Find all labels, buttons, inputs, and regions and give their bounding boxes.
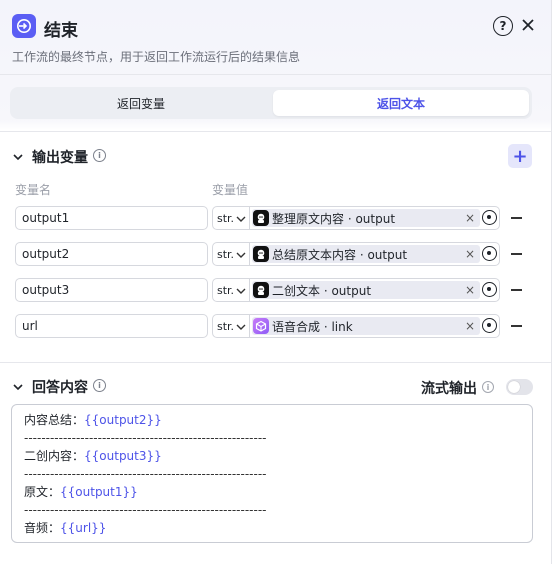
answer-separator: ----------------------------------------… [24, 431, 267, 445]
end-node-panel: 结束 ? 工作流的最终节点，用于返回工作流运行后的结果信息 返回变量 返回文本 … [0, 0, 552, 564]
variable-name-input[interactable] [15, 206, 208, 230]
chevron-down-icon [236, 252, 246, 258]
panel-description: 工作流的最终节点，用于返回工作流运行后的结果信息 [12, 50, 301, 64]
variable-reference-field[interactable]: 整理原文内容 · output × [250, 206, 500, 230]
stream-output-label: 流式输出 [421, 381, 477, 397]
answer-line: ----------------------------------------… [24, 501, 520, 519]
answer-section-title: 回答内容 [32, 380, 88, 396]
target-icon[interactable] [482, 210, 497, 225]
remove-variable-button[interactable] [511, 325, 522, 327]
panel-header: 结束 ? [12, 14, 539, 41]
clear-icon[interactable]: × [465, 211, 475, 225]
answer-separator: ----------------------------------------… [24, 503, 267, 517]
reference-tag[interactable]: 整理原文内容 · output × [252, 209, 480, 227]
type-label: str. [217, 319, 235, 333]
variable-reference-field[interactable]: 总结原文本内容 · output × [250, 242, 500, 266]
reference-label: 二创文本 · output [272, 283, 372, 298]
variable-row: str. 语音合成 · link × [15, 314, 535, 338]
reference-label: 整理原文内容 · output [272, 211, 396, 226]
answer-variable: {{output1}} [60, 485, 138, 499]
type-label: str. [217, 211, 235, 225]
divider [0, 362, 551, 363]
divider [0, 74, 551, 75]
target-icon[interactable] [482, 318, 497, 333]
chevron-down-icon[interactable] [12, 381, 24, 393]
variable-name-input[interactable] [15, 278, 208, 302]
answer-text: 内容总结： [24, 413, 85, 427]
remove-variable-button[interactable] [511, 289, 522, 291]
stream-output-toggle[interactable] [506, 379, 533, 395]
answer-line: ----------------------------------------… [24, 465, 520, 483]
variable-name-input[interactable] [15, 242, 208, 266]
variable-name-input[interactable] [15, 314, 208, 338]
end-node-icon [12, 14, 36, 38]
robot-icon [253, 246, 269, 262]
info-icon[interactable]: i [93, 379, 106, 392]
reference-tag[interactable]: 二创文本 · output × [252, 281, 480, 299]
chevron-down-icon [236, 216, 246, 222]
variable-row: str. 整理原文内容 · output × [15, 206, 535, 230]
answer-variable: {{output3}} [84, 449, 162, 463]
target-icon[interactable] [482, 282, 497, 297]
tab-return-text[interactable]: 返回文本 [273, 90, 529, 116]
answer-text: 原文： [24, 485, 61, 499]
reference-tag[interactable]: 总结原文本内容 · output × [252, 245, 480, 263]
clear-icon[interactable]: × [465, 319, 475, 333]
close-icon[interactable] [517, 14, 539, 36]
variable-row: str. 总结原文本内容 · output × [15, 242, 535, 266]
column-label-value: 变量值 [212, 183, 249, 197]
output-section-title: 输出变量 [32, 150, 88, 166]
reference-label: 总结原文本内容 · output [272, 247, 408, 262]
answer-line: 二创内容：{{output3}} [24, 447, 520, 465]
answer-variable: {{output2}} [84, 413, 162, 427]
answer-line: 音频：{{url}} [24, 519, 520, 537]
answer-line: ----------------------------------------… [24, 429, 520, 447]
clear-icon[interactable]: × [465, 247, 475, 261]
type-select[interactable]: str. [212, 242, 250, 266]
divider [0, 131, 551, 132]
answer-separator: ----------------------------------------… [24, 467, 267, 481]
tab-return-variables[interactable]: 返回变量 [13, 90, 269, 116]
clear-icon[interactable]: × [465, 283, 475, 297]
reference-tag[interactable]: 语音合成 · link × [252, 317, 480, 335]
info-icon[interactable]: i [93, 149, 106, 162]
type-label: str. [217, 283, 235, 297]
type-select[interactable]: str. [212, 314, 250, 338]
type-label: str. [217, 247, 235, 261]
add-variable-button[interactable]: + [508, 144, 532, 168]
type-select[interactable]: str. [212, 206, 250, 230]
return-mode-tabs: 返回变量 返回文本 [10, 87, 532, 119]
variable-reference-field[interactable]: 二创文本 · output × [250, 278, 500, 302]
answer-line: 内容总结：{{output2}} [24, 411, 520, 429]
answer-text: 音频： [24, 521, 61, 535]
answer-content-editor[interactable]: 内容总结：{{output2}} -----------------------… [11, 404, 533, 543]
tts-cube-icon [253, 318, 269, 334]
panel-title: 结束 [44, 21, 78, 41]
output-section-header[interactable]: 输出变量 i [12, 146, 132, 168]
variable-reference-field[interactable]: 语音合成 · link × [250, 314, 500, 338]
variable-row: str. 二创文本 · output × [15, 278, 535, 302]
target-icon[interactable] [482, 246, 497, 261]
answer-text: 二创内容： [24, 449, 85, 463]
remove-variable-button[interactable] [511, 217, 522, 219]
help-icon[interactable]: ? [493, 16, 513, 36]
chevron-down-icon[interactable] [12, 151, 24, 163]
remove-variable-button[interactable] [511, 253, 522, 255]
robot-icon [253, 282, 269, 298]
chevron-down-icon [236, 324, 246, 330]
type-select[interactable]: str. [212, 278, 250, 302]
column-label-name: 变量名 [15, 183, 52, 197]
reference-label: 语音合成 · link [272, 319, 353, 334]
answer-line: 原文：{{output1}} [24, 483, 520, 501]
answer-section-header[interactable]: 回答内容 i [12, 376, 132, 398]
info-icon[interactable]: i [482, 381, 494, 393]
chevron-down-icon [236, 288, 246, 294]
answer-variable: {{url}} [60, 521, 107, 535]
robot-icon [253, 210, 269, 226]
